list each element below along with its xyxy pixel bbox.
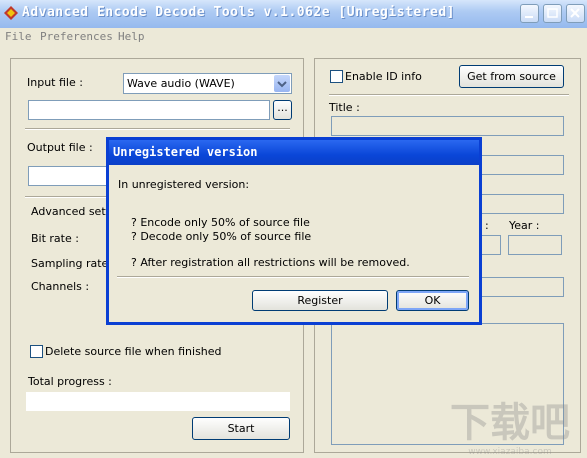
dialog-title: Unregistered version bbox=[113, 145, 258, 159]
dialog-restrictions-line: ? After registration all restrictions wi… bbox=[131, 256, 410, 269]
sampling-rate-label: Sampling rate : bbox=[31, 257, 116, 270]
dialog-intro: In unregistered version: bbox=[118, 178, 250, 191]
enable-id-label: Enable ID info bbox=[345, 70, 422, 83]
partial-label: : bbox=[485, 219, 489, 232]
total-progress-label: Total progress : bbox=[28, 375, 112, 388]
start-button[interactable]: Start bbox=[192, 417, 290, 440]
input-type-value: Wave audio (WAVE) bbox=[127, 77, 235, 90]
separator bbox=[25, 128, 290, 130]
maximize-button[interactable] bbox=[543, 4, 562, 23]
dialog-encode-line: ? Encode only 50% of source file bbox=[131, 216, 310, 229]
chevron-down-icon[interactable] bbox=[274, 75, 290, 92]
input-type-select[interactable]: Wave audio (WAVE) bbox=[123, 73, 292, 94]
delete-source-label: Delete source file when finished bbox=[45, 345, 222, 358]
title-label: Title : bbox=[329, 101, 360, 114]
menu-preferences[interactable]: Preferences bbox=[40, 30, 113, 43]
minimize-button[interactable] bbox=[520, 4, 539, 23]
menu-file[interactable]: File bbox=[5, 30, 32, 43]
get-from-source-button[interactable]: Get from source bbox=[459, 65, 564, 88]
close-button[interactable] bbox=[566, 4, 585, 23]
advanced-settings-label: Advanced setti bbox=[31, 205, 114, 218]
year-label: Year : bbox=[509, 219, 540, 232]
separator bbox=[329, 94, 569, 96]
ok-button[interactable]: OK bbox=[396, 290, 469, 311]
output-file-field[interactable] bbox=[28, 166, 118, 186]
watermark-logo: 下载吧 www.xiazaiba.com bbox=[450, 400, 570, 457]
maximize-icon bbox=[547, 8, 558, 18]
close-icon bbox=[570, 8, 580, 18]
input-file-label: Input file : bbox=[27, 76, 83, 89]
title-bar: Advanced Encode Decode Tools v.1.062e [U… bbox=[0, 0, 587, 29]
output-file-label: Output file : bbox=[27, 141, 93, 154]
menu-bar: File Preferences Help bbox=[0, 28, 587, 46]
menu-help[interactable]: Help bbox=[118, 30, 145, 43]
bit-rate-label: Bit rate : bbox=[31, 232, 79, 245]
enable-id-checkbox[interactable] bbox=[330, 70, 343, 83]
window-title: Advanced Encode Decode Tools v.1.062e [U… bbox=[22, 5, 455, 20]
total-progress-bar bbox=[26, 392, 290, 411]
svg-text:下载吧: 下载吧 bbox=[450, 400, 570, 446]
delete-source-checkbox[interactable] bbox=[30, 345, 43, 358]
dialog-title-bar: Unregistered version bbox=[109, 140, 479, 165]
input-file-field[interactable] bbox=[28, 100, 270, 120]
app-icon bbox=[4, 6, 18, 20]
channels-label: Channels : bbox=[31, 280, 90, 293]
svg-text:www.xiazaiba.com: www.xiazaiba.com bbox=[468, 447, 552, 457]
minimize-icon bbox=[525, 16, 533, 18]
separator bbox=[117, 276, 469, 278]
year-field[interactable] bbox=[508, 235, 562, 255]
title-field[interactable] bbox=[331, 116, 564, 136]
dialog-decode-line: ? Decode only 50% of source file bbox=[131, 230, 312, 243]
unregistered-dialog: Unregistered version In unregistered ver… bbox=[106, 137, 482, 325]
register-button[interactable]: Register bbox=[252, 290, 388, 311]
browse-button[interactable]: ... bbox=[273, 100, 292, 120]
